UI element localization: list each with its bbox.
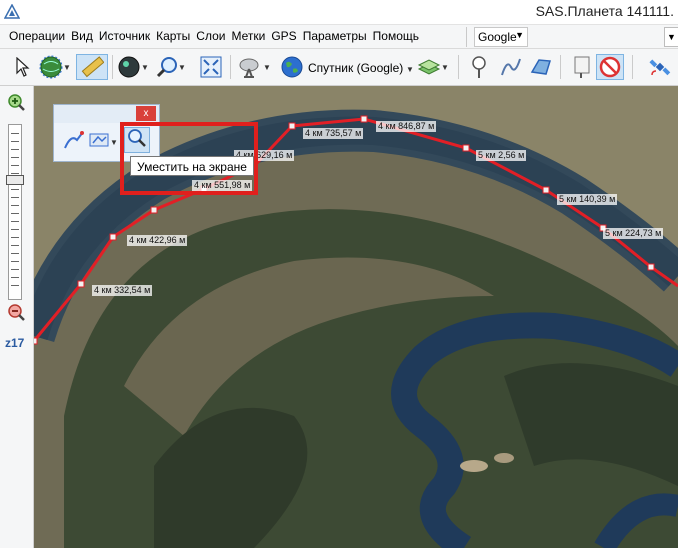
toolbar-separator bbox=[112, 55, 113, 79]
gps-button[interactable] bbox=[646, 54, 674, 80]
distance-label: 5 км 2,56 м bbox=[476, 150, 527, 161]
map-type-label[interactable]: Спутник (Google) bbox=[308, 61, 403, 75]
distance-label: 5 км 224,73 м bbox=[603, 228, 664, 239]
zoom-slider-thumb[interactable] bbox=[6, 175, 24, 185]
marks-manager-button[interactable] bbox=[568, 54, 594, 80]
toolbar-separator bbox=[230, 55, 231, 79]
select-tool-button[interactable] bbox=[12, 54, 34, 80]
chevron-down-icon: ▼ bbox=[63, 62, 71, 72]
map-source-button[interactable]: ▼ bbox=[238, 54, 272, 80]
search-combo-dropdown[interactable]: ▼ bbox=[664, 27, 678, 47]
distance-label: 4 км 422,96 м bbox=[127, 235, 188, 246]
magnifier-icon bbox=[156, 56, 178, 78]
toolbar-separator bbox=[632, 55, 633, 79]
map-source-select[interactable]: Google ▼ bbox=[474, 27, 528, 47]
route-vertex bbox=[288, 122, 296, 130]
chevron-down-icon: ▼ bbox=[263, 62, 271, 72]
distance-label: 5 км 140,39 м bbox=[557, 194, 618, 205]
map-type-button[interactable] bbox=[279, 54, 305, 80]
fullscreen-icon bbox=[200, 56, 222, 78]
zoom-slider[interactable] bbox=[8, 124, 22, 300]
layers-icon bbox=[417, 55, 441, 79]
marks-icon bbox=[570, 55, 592, 79]
cursor-icon bbox=[15, 57, 31, 77]
satellite-gps-icon bbox=[648, 55, 672, 79]
menu-bar: Операции Вид Источник Карты Слои Метки G… bbox=[0, 25, 678, 49]
fit-to-screen-button[interactable] bbox=[124, 127, 150, 153]
menu-parameters[interactable]: Параметры bbox=[300, 29, 370, 43]
add-path-button[interactable] bbox=[498, 54, 524, 80]
distance-label: 4 км 846,87 м bbox=[376, 121, 437, 132]
menu-separator bbox=[466, 27, 467, 47]
toolbar-separator bbox=[560, 55, 561, 79]
menu-source[interactable]: Источник bbox=[96, 29, 153, 43]
path-edit-icon bbox=[63, 130, 85, 155]
zoom-out-icon bbox=[7, 304, 25, 326]
menu-gps[interactable]: GPS bbox=[268, 29, 299, 43]
chevron-down-icon: ▼ bbox=[515, 30, 524, 40]
add-point-button[interactable] bbox=[466, 54, 492, 80]
route-vertex bbox=[542, 186, 550, 194]
route-vertex bbox=[34, 337, 38, 345]
chevron-down-icon: ▼ bbox=[141, 62, 149, 72]
route-vertex bbox=[77, 280, 85, 288]
polygon-icon bbox=[529, 55, 553, 79]
sphere-view-button[interactable]: ▼ bbox=[116, 54, 150, 80]
menu-marks[interactable]: Метки bbox=[228, 29, 268, 43]
save-path-icon bbox=[88, 131, 110, 154]
edit-path-button[interactable] bbox=[62, 130, 86, 155]
route-vertex bbox=[360, 115, 368, 123]
pushpin-icon bbox=[469, 55, 489, 79]
window-title: SAS.Планета 141111. bbox=[535, 3, 674, 19]
close-button[interactable]: x bbox=[136, 106, 156, 121]
globe-nav-icon bbox=[39, 55, 63, 79]
sphere-icon bbox=[117, 55, 141, 79]
save-path-button[interactable]: ▼ bbox=[88, 131, 118, 154]
magnifier-icon bbox=[127, 128, 147, 153]
toolbar-separator bbox=[458, 55, 459, 79]
zoom-bar: z17 bbox=[0, 86, 34, 548]
menu-layers[interactable]: Слои bbox=[193, 29, 228, 43]
hide-marks-button[interactable] bbox=[596, 54, 624, 80]
no-marks-icon bbox=[599, 56, 621, 78]
chevron-down-icon: ▼ bbox=[406, 65, 414, 74]
route-vertex bbox=[647, 263, 655, 271]
main-toolbar: ▼ ▼ ▼ ▼ Спутник (Google) ▼ ▼ bbox=[0, 49, 678, 86]
ruler-icon bbox=[80, 55, 104, 79]
menu-maps[interactable]: Карты bbox=[153, 29, 193, 43]
distance-label: 4 км 332,54 м bbox=[92, 285, 153, 296]
path-icon bbox=[499, 55, 523, 79]
layers-button[interactable]: ▼ bbox=[416, 54, 450, 80]
route-vertex bbox=[462, 144, 470, 152]
add-polygon-button[interactable] bbox=[528, 54, 554, 80]
zoom-tool-button[interactable]: ▼ bbox=[154, 54, 188, 80]
fullscreen-button[interactable] bbox=[198, 54, 224, 80]
menu-view[interactable]: Вид bbox=[68, 29, 96, 43]
chevron-down-icon: ▼ bbox=[110, 137, 118, 147]
earth-icon bbox=[280, 55, 304, 79]
title-bar: SAS.Планета 141111. bbox=[0, 0, 678, 25]
tooltip: Уместить на экране bbox=[130, 156, 254, 176]
route-vertex bbox=[150, 206, 158, 214]
map-source-value: Google bbox=[478, 30, 517, 44]
zoom-out-button[interactable] bbox=[7, 304, 25, 327]
zoom-level-label: z17 bbox=[5, 336, 25, 350]
ruler-button[interactable] bbox=[76, 54, 108, 80]
menu-operations[interactable]: Операции bbox=[6, 29, 68, 43]
zoom-in-icon bbox=[7, 94, 25, 116]
menu-help[interactable]: Помощь bbox=[370, 29, 422, 43]
satellite-dish-icon bbox=[239, 55, 263, 79]
zoom-in-button[interactable] bbox=[7, 94, 25, 117]
chevron-down-icon: ▼ bbox=[441, 62, 449, 72]
route-vertex bbox=[109, 233, 117, 241]
chevron-down-icon: ▼ bbox=[667, 32, 676, 42]
chevron-down-icon: ▼ bbox=[178, 62, 186, 72]
globe-nav-button[interactable]: ▼ bbox=[38, 54, 72, 80]
distance-label: 4 км 735,57 м bbox=[303, 128, 364, 139]
app-icon bbox=[3, 3, 21, 20]
